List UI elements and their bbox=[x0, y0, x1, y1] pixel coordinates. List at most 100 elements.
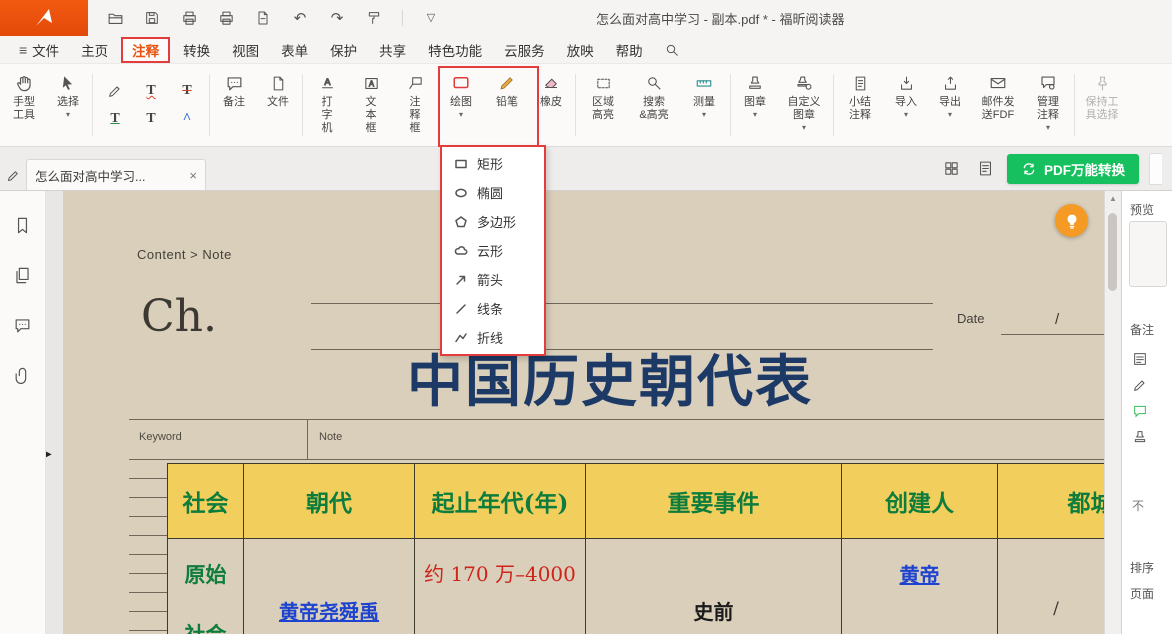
menu-view[interactable]: 视图 bbox=[221, 37, 270, 63]
pencil-tool-button[interactable]: 铅笔 bbox=[487, 64, 527, 146]
menu-item-arrow[interactable]: 箭头 bbox=[442, 265, 544, 294]
page-layout-button[interactable] bbox=[973, 157, 997, 181]
measure-button[interactable]: 测量 ▾ bbox=[682, 64, 726, 146]
table-cell-founder: 黄帝 bbox=[842, 539, 997, 634]
custom-stamp-button[interactable]: 自定义 图章 ▾ bbox=[779, 64, 829, 146]
edit-pencil-button[interactable] bbox=[2, 160, 24, 190]
manage-comments-button[interactable]: 管理 注释 ▾ bbox=[1026, 64, 1070, 146]
preview-section-label[interactable]: 预览 bbox=[1130, 201, 1154, 218]
open-button[interactable] bbox=[104, 7, 126, 29]
vertical-scrollbar[interactable]: ▲ bbox=[1104, 191, 1121, 634]
eraser-button[interactable]: 橡皮 bbox=[531, 64, 571, 146]
print-button[interactable] bbox=[178, 7, 200, 29]
menu-help[interactable]: 帮助 bbox=[605, 37, 654, 63]
printer-icon bbox=[181, 10, 198, 27]
dynasty-link[interactable]: 黄帝尧舜禹 bbox=[244, 596, 414, 625]
stamp-button[interactable]: 图章 ▾ bbox=[735, 64, 775, 146]
ribbon-separator bbox=[1074, 74, 1075, 136]
redo-button[interactable]: ↷ bbox=[326, 7, 348, 29]
founder-link[interactable]: 黄帝 bbox=[842, 559, 997, 588]
scrollbar-thumb[interactable] bbox=[1108, 213, 1117, 291]
summary-comments-label: 小结 注释 bbox=[849, 96, 871, 122]
tips-lightbulb-button[interactable] bbox=[1055, 204, 1088, 237]
replace-text-button[interactable]: T bbox=[138, 107, 164, 131]
underline-button[interactable]: T bbox=[102, 107, 128, 131]
menu-item-rectangle[interactable]: 矩形 bbox=[442, 149, 544, 178]
line-icon bbox=[454, 302, 468, 316]
summary-comments-button[interactable]: 小结 注释 bbox=[838, 64, 882, 146]
menu-cloud[interactable]: 云服务 bbox=[493, 37, 556, 63]
chevron-down-icon: ▾ bbox=[753, 110, 757, 119]
typewriter-button[interactable]: A 打 字 机 bbox=[307, 64, 347, 146]
select-tool-button[interactable]: 选择 ▾ bbox=[48, 64, 88, 146]
chevron-down-icon: ▾ bbox=[948, 110, 952, 119]
file-annotation-button[interactable]: 文件 bbox=[258, 64, 298, 146]
menu-convert[interactable]: 转换 bbox=[172, 37, 221, 63]
ellipse-icon bbox=[454, 186, 468, 200]
bookmarks-panel-button[interactable] bbox=[11, 213, 35, 237]
pdf-convert-button[interactable]: PDF万能转换 bbox=[1007, 154, 1139, 184]
preview-thumbnail[interactable] bbox=[1129, 221, 1167, 287]
note-button[interactable]: 备注 bbox=[214, 64, 254, 146]
format-brush-button[interactable] bbox=[363, 7, 385, 29]
menu-item-ellipse[interactable]: 椭圆 bbox=[442, 178, 544, 207]
search-button[interactable] bbox=[664, 42, 680, 58]
comments-panel-button[interactable] bbox=[11, 313, 35, 337]
save-button[interactable] bbox=[141, 7, 163, 29]
email-fdf-button[interactable]: 邮件发 送FDF bbox=[974, 64, 1022, 146]
menu-item-polyline[interactable]: 折线 bbox=[442, 323, 544, 352]
sort-by-page-label[interactable]: 页面 bbox=[1130, 585, 1154, 602]
menu-file[interactable]: ≡文件 bbox=[8, 37, 70, 63]
area-highlight-button[interactable]: 区域 高亮 bbox=[580, 64, 626, 146]
insert-text-button[interactable]: ^ bbox=[174, 107, 200, 131]
window-title: 怎么面对高中学习 - 副本.pdf * - 福昕阅读器 bbox=[596, 0, 844, 36]
sidebar-expand-handle[interactable]: ▶ bbox=[46, 449, 52, 460]
export-button[interactable]: 导出 ▾ bbox=[930, 64, 970, 146]
menu-item-cloud[interactable]: 云形 bbox=[442, 236, 544, 265]
tab-close-icon[interactable]: × bbox=[189, 169, 197, 182]
menu-share[interactable]: 共享 bbox=[368, 37, 417, 63]
highlight-button[interactable] bbox=[102, 79, 128, 103]
app-window: ↶ ↷ ▽ 怎么面对高中学习 - 副本.pdf * - 福昕阅读器 ≡文件 主页… bbox=[0, 0, 1172, 634]
note-type-button[interactable] bbox=[1132, 351, 1148, 372]
export-doc-button[interactable] bbox=[252, 7, 274, 29]
save-icon bbox=[144, 10, 160, 26]
menu-protect[interactable]: 保护 bbox=[319, 37, 368, 63]
menu-form[interactable]: 表单 bbox=[270, 37, 319, 63]
grid-icon bbox=[943, 160, 960, 177]
callout-button[interactable]: 注 释 框 bbox=[395, 64, 435, 146]
search-highlight-button[interactable]: 搜索 &高亮 bbox=[630, 64, 678, 146]
stamp-small-icon bbox=[1132, 429, 1148, 445]
document-tab[interactable]: 怎么面对高中学习... × bbox=[26, 159, 206, 190]
menu-home[interactable]: 主页 bbox=[70, 37, 119, 63]
customize-toolbar-button[interactable]: ▽ bbox=[420, 7, 442, 29]
highlight-filter-button[interactable] bbox=[1132, 377, 1148, 398]
menu-item-polygon[interactable]: 多边形 bbox=[442, 207, 544, 236]
menu-comment[interactable]: 注释 bbox=[121, 37, 170, 63]
notes-section-label[interactable]: 备注 bbox=[1130, 321, 1154, 338]
pages-panel-button[interactable] bbox=[11, 263, 35, 287]
drawing-button[interactable]: 绘图 ▾ bbox=[439, 64, 483, 146]
undo-button[interactable]: ↶ bbox=[289, 7, 311, 29]
scroll-up-button[interactable]: ▲ bbox=[1105, 191, 1121, 207]
stamp-filter-button[interactable] bbox=[1132, 429, 1148, 450]
sort-dropdown-label[interactable]: 排序 bbox=[1130, 559, 1154, 576]
textbox-button[interactable]: A 文 本 框 bbox=[351, 64, 391, 146]
squiggly-underline-button[interactable]: T bbox=[138, 79, 164, 103]
menu-features[interactable]: 特色功能 bbox=[417, 37, 493, 63]
strikeout-button[interactable]: T bbox=[174, 79, 200, 103]
page-grid-view-button[interactable] bbox=[939, 157, 963, 181]
pdf-page[interactable]: Content > Note Ch. Date / 中国历史朝代表 Keywor… bbox=[63, 191, 1105, 634]
manage-comments-icon bbox=[1039, 71, 1057, 95]
hand-tool-button[interactable]: 手型 工具 bbox=[4, 64, 44, 146]
menu-play[interactable]: 放映 bbox=[556, 37, 605, 63]
custom-stamp-icon bbox=[795, 71, 813, 95]
comment-filter-button[interactable] bbox=[1132, 403, 1148, 424]
quick-print-button[interactable] bbox=[215, 7, 237, 29]
keep-tool-selected-button[interactable]: 保持工 具选择 bbox=[1079, 64, 1125, 146]
ruled-line bbox=[311, 303, 933, 304]
import-button[interactable]: 导入 ▾ bbox=[886, 64, 926, 146]
menu-item-line[interactable]: 线条 bbox=[442, 294, 544, 323]
chevron-down-icon: ▾ bbox=[702, 110, 706, 119]
attachments-panel-button[interactable] bbox=[11, 363, 35, 387]
